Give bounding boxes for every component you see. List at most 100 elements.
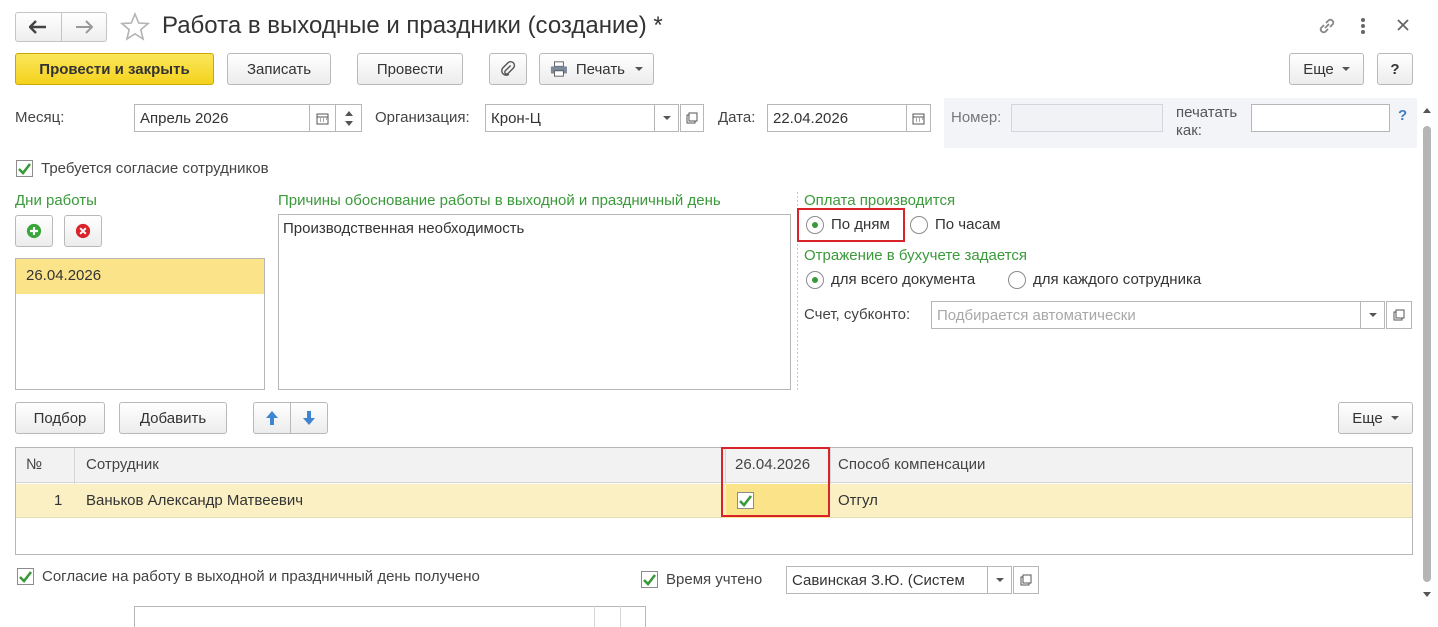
accounting-whole-doc-radio[interactable] bbox=[806, 271, 824, 289]
organization-label: Организация: bbox=[375, 109, 470, 126]
responsible-dropdown-button[interactable] bbox=[988, 566, 1012, 594]
close-icon[interactable] bbox=[1394, 16, 1412, 38]
delete-day-button[interactable] bbox=[64, 215, 102, 247]
checkmark-icon bbox=[19, 571, 33, 583]
help-button[interactable]: ? bbox=[1377, 53, 1413, 85]
row-employee: Ваньков Александр Матвеевич bbox=[86, 492, 304, 509]
month-calendar-button[interactable] bbox=[310, 104, 336, 132]
time-counted-checkbox[interactable] bbox=[641, 571, 658, 588]
organization-open-button[interactable] bbox=[680, 104, 704, 132]
consent-required-label: Требуется согласие сотрудников bbox=[41, 160, 269, 177]
accounting-each-employee-label: для каждого сотрудника bbox=[1033, 271, 1202, 288]
payment-by-hours-label: По часам bbox=[935, 216, 1001, 233]
chevron-down-icon bbox=[344, 120, 353, 126]
printer-icon bbox=[550, 61, 567, 77]
arrow-right-icon bbox=[75, 20, 93, 34]
select-button[interactable]: Подбор bbox=[15, 402, 105, 434]
chevron-down-icon bbox=[1390, 416, 1399, 420]
accounting-whole-doc-label: для всего документа bbox=[831, 271, 976, 288]
chevron-down-icon bbox=[995, 578, 1004, 582]
chevron-up-icon bbox=[344, 110, 353, 116]
number-field[interactable] bbox=[1011, 104, 1163, 132]
arrow-up-icon bbox=[266, 411, 278, 425]
organization-field[interactable]: Крон-Ц bbox=[485, 104, 655, 132]
column-header-compensation[interactable]: Способ компенсации bbox=[838, 456, 985, 473]
month-field[interactable]: Апрель 2026 bbox=[134, 104, 310, 132]
table-more-button[interactable]: Еще bbox=[1338, 402, 1413, 434]
consent-received-checkbox[interactable] bbox=[17, 568, 34, 585]
post-and-close-button[interactable]: Провести и закрыть bbox=[15, 53, 214, 85]
account-dropdown-button[interactable] bbox=[1361, 301, 1385, 329]
partial-field-divider bbox=[594, 606, 595, 627]
chevron-down-icon bbox=[1341, 67, 1350, 71]
accounting-title: Отражение в бухучете задается bbox=[804, 247, 1028, 264]
column-header-num[interactable]: № bbox=[26, 456, 42, 473]
open-window-icon bbox=[686, 112, 698, 124]
chevron-down-icon bbox=[635, 67, 643, 71]
more-label: Еще bbox=[1303, 60, 1334, 78]
print-label: Печать bbox=[575, 60, 625, 78]
partial-field-divider bbox=[620, 606, 621, 627]
row-num: 1 bbox=[54, 492, 63, 509]
move-group bbox=[253, 402, 328, 434]
link-icon[interactable] bbox=[1316, 15, 1338, 41]
chevron-down-icon bbox=[662, 116, 671, 120]
responsible-open-button[interactable] bbox=[1013, 566, 1039, 594]
move-down-button[interactable] bbox=[291, 403, 327, 433]
organization-dropdown-button[interactable] bbox=[655, 104, 679, 132]
move-up-button[interactable] bbox=[254, 403, 291, 433]
employees-table: № Сотрудник 26.04.2026 Способ компенсаци… bbox=[15, 447, 1413, 555]
account-open-button[interactable] bbox=[1386, 301, 1412, 329]
date-field[interactable]: 22.04.2026 bbox=[767, 104, 907, 132]
scroll-down-icon[interactable] bbox=[1423, 592, 1431, 597]
chevron-down-icon bbox=[1368, 313, 1377, 317]
favorite-star-icon[interactable] bbox=[119, 11, 151, 46]
print-as-label-line1: печатать bbox=[1176, 104, 1238, 121]
add-icon bbox=[26, 223, 42, 239]
arrow-left-icon bbox=[29, 20, 47, 34]
print-button[interactable]: Печать bbox=[539, 53, 654, 85]
more-actions-icon[interactable] bbox=[1358, 15, 1368, 41]
work-days-list: 26.04.2026 bbox=[15, 258, 265, 390]
date-calendar-button[interactable] bbox=[907, 104, 931, 132]
column-header-employee[interactable]: Сотрудник bbox=[86, 456, 159, 473]
open-window-icon bbox=[1020, 574, 1032, 586]
account-label: Счет, субконто: bbox=[804, 306, 911, 323]
accounting-each-employee-radio[interactable] bbox=[1008, 271, 1026, 289]
row-compensation: Отгул bbox=[838, 492, 878, 509]
responsible-field[interactable]: Савинская З.Ю. (Систем bbox=[786, 566, 988, 594]
checkmark-icon bbox=[18, 163, 32, 175]
paperclip-icon bbox=[501, 60, 516, 76]
month-stepper[interactable] bbox=[336, 104, 362, 132]
attach-button[interactable] bbox=[489, 53, 527, 85]
account-field[interactable]: Подбирается автоматически bbox=[931, 301, 1361, 329]
print-as-field[interactable] bbox=[1251, 104, 1390, 132]
list-item[interactable]: 26.04.2026 bbox=[16, 259, 264, 294]
payment-title: Оплата производится bbox=[804, 192, 956, 209]
delete-icon bbox=[75, 223, 91, 239]
post-button[interactable]: Провести bbox=[357, 53, 463, 85]
calendar-icon bbox=[316, 113, 329, 124]
reasons-textarea[interactable]: Производственная необходимость bbox=[278, 214, 791, 390]
print-as-label-line2: как: bbox=[1176, 122, 1202, 139]
consent-received-label: Согласие на работу в выходной и празднич… bbox=[42, 568, 480, 585]
time-counted-label: Время учтено bbox=[666, 571, 763, 588]
work-days-title: Дни работы bbox=[15, 192, 97, 209]
back-button[interactable] bbox=[16, 13, 62, 41]
payment-by-hours-radio[interactable] bbox=[910, 216, 928, 234]
add-button[interactable]: Добавить bbox=[119, 402, 227, 434]
help-link[interactable]: ? bbox=[1398, 107, 1407, 124]
more-button[interactable]: Еще bbox=[1289, 53, 1364, 85]
scrollbar[interactable] bbox=[1420, 98, 1434, 604]
scroll-up-icon[interactable] bbox=[1423, 108, 1431, 113]
date-label: Дата: bbox=[718, 109, 756, 126]
scrollbar-thumb[interactable] bbox=[1423, 126, 1431, 582]
month-label: Месяц: bbox=[15, 109, 65, 126]
table-header bbox=[16, 448, 1412, 483]
save-button[interactable]: Записать bbox=[227, 53, 331, 85]
add-day-button[interactable] bbox=[15, 215, 53, 247]
consent-required-checkbox[interactable] bbox=[16, 160, 33, 177]
calendar-icon bbox=[912, 113, 925, 124]
forward-button[interactable] bbox=[62, 13, 107, 41]
partial-field[interactable] bbox=[134, 606, 646, 627]
